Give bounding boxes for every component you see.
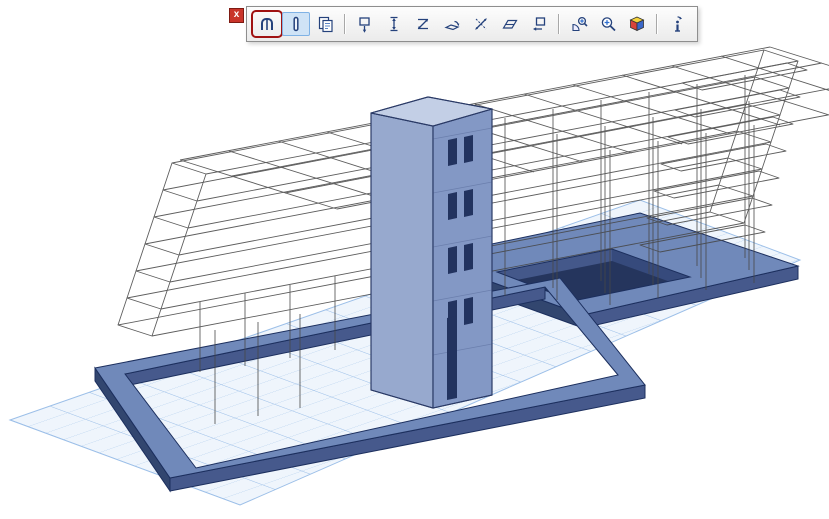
elevate-icon [384,14,404,34]
skew-icon [500,14,520,34]
stretch-icon [413,14,433,34]
mirror-icon [471,14,491,34]
window-settings-icon [315,14,335,34]
cutting-plane-icon [286,14,306,34]
toolbar-separator [558,14,560,34]
close-button[interactable]: x [229,8,244,23]
element-info-icon [667,14,687,34]
render-settings-button[interactable] [623,12,651,36]
viewport-3d[interactable] [0,0,829,519]
zoom-in-button[interactable] [594,12,622,36]
mirror-button[interactable] [467,12,495,36]
toolbar-separator [656,14,658,34]
tower-right-face [433,109,492,408]
zoom-to-selection-icon [569,14,589,34]
drag-icon [355,14,375,34]
rotate-button[interactable] [438,12,466,36]
elevate-button[interactable] [380,12,408,36]
editing-toolbar [246,6,698,42]
drag-button[interactable] [351,12,379,36]
element-info-button[interactable] [663,12,691,36]
offset-button[interactable] [525,12,553,36]
cutting-plane-button[interactable] [282,12,310,36]
stretch-button[interactable] [409,12,437,36]
core-tower[interactable] [371,97,492,408]
wireframe-roof-beams [180,47,829,209]
window-settings-button[interactable] [311,12,339,36]
tower-left-face [371,113,433,408]
rotate-icon [442,14,462,34]
skew-button[interactable] [496,12,524,36]
zoom-to-selection-button[interactable] [565,12,593,36]
filter-elements-button[interactable] [253,12,281,36]
render-settings-icon [627,14,647,34]
offset-icon [529,14,549,34]
toolbar-separator [344,14,346,34]
zoom-in-icon [598,14,618,34]
filter-elements-icon [257,14,277,34]
